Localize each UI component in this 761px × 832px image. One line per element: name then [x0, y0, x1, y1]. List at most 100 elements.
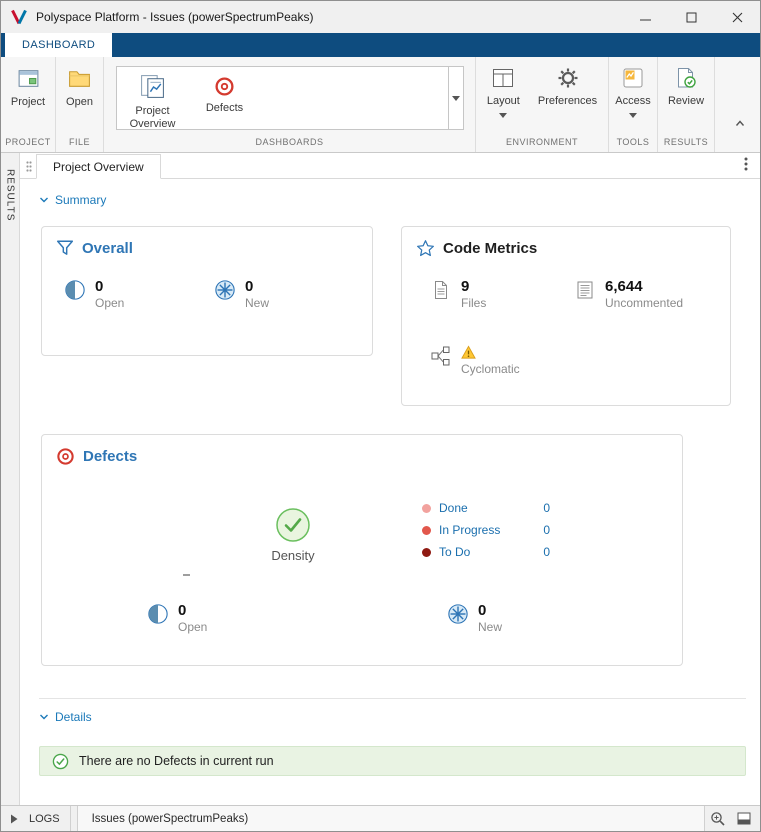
overall-funnel-icon	[56, 239, 74, 257]
access-button[interactable]: Access	[610, 64, 655, 120]
project-icon	[16, 66, 41, 91]
project-button[interactable]: Project	[6, 64, 50, 111]
polyspace-logo-icon	[10, 8, 28, 26]
defects-dashboard-button-label: Defects	[206, 102, 243, 115]
review-button-label: Review	[668, 95, 704, 108]
defects-new-label: New	[478, 620, 502, 634]
legend-row-to-do[interactable]: To Do 0	[422, 545, 550, 559]
collapse-ribbon-button[interactable]	[732, 116, 748, 130]
maximize-icon	[686, 12, 697, 23]
tab-grip-icon[interactable]	[26, 161, 32, 172]
status-tab-issues-label: Issues (powerSpectrumPeaks)	[92, 813, 249, 825]
results-rail-tab[interactable]: RESULTS	[5, 163, 16, 230]
defects-card-title: Defects	[83, 448, 137, 465]
files-stat: 9 Files	[430, 279, 486, 310]
tab-options-kebab-icon[interactable]	[742, 155, 750, 173]
defects-icon	[214, 76, 235, 97]
window-title: Polyspace Platform - Issues (powerSpectr…	[36, 10, 622, 24]
layout-icon	[491, 66, 515, 90]
dashboard-page: Summary Overall 0	[20, 179, 760, 805]
group-label-project: PROJECT	[1, 135, 55, 152]
logs-tab[interactable]: LOGS	[27, 806, 71, 831]
dashboards-gallery: Project Overview Defects	[116, 66, 464, 130]
ribbon-group-dashboards: Project Overview Defects DASHBOARDS	[104, 57, 476, 152]
defects-card: Defects Density Done 0	[41, 434, 683, 666]
uncommented-lines-icon	[574, 279, 596, 301]
chevron-up-icon	[734, 118, 746, 128]
details-section-label: Details	[55, 710, 92, 724]
code-metrics-star-icon	[416, 239, 435, 258]
open-button[interactable]: Open	[61, 64, 98, 111]
ribbon-group-environment: Layout Preferences ENVIRONMENT	[476, 57, 609, 152]
defects-open-label: Open	[178, 620, 207, 634]
ribbon-filler	[715, 57, 760, 152]
status-tab-issues[interactable]: Issues (powerSpectrumPeaks)	[77, 806, 705, 831]
files-value: 9	[461, 279, 486, 294]
tab-dashboard-label: DASHBOARD	[22, 39, 95, 51]
cyclomatic-label: Cyclomatic	[461, 362, 520, 376]
defects-open-value: 0	[178, 603, 207, 618]
dashboards-dropdown-button[interactable]	[448, 67, 463, 129]
summary-section-label: Summary	[55, 193, 106, 207]
details-section-toggle[interactable]: Details	[39, 710, 92, 724]
body-area: RESULTS Project Overview Summary	[1, 153, 760, 805]
in-progress-value: 0	[543, 523, 550, 537]
defects-new-stat: 0 New	[447, 603, 502, 634]
uncommented-value: 6,644	[605, 279, 683, 294]
to-do-dot-icon	[422, 548, 431, 557]
to-do-value: 0	[543, 545, 550, 559]
review-button[interactable]: Review	[663, 64, 709, 110]
content-area: Project Overview Summary	[20, 153, 760, 805]
defects-dashboard-button[interactable]: Defects	[189, 67, 261, 129]
done-dot-icon	[422, 504, 431, 513]
group-label-environment: ENVIRONMENT	[476, 135, 608, 152]
zoom-icon[interactable]	[708, 809, 728, 829]
legend-row-in-progress[interactable]: In Progress 0	[422, 523, 550, 537]
defects-new-value: 0	[478, 603, 502, 618]
layout-dropdown-icon[interactable]	[499, 113, 507, 118]
cyclomatic-share-icon	[430, 345, 452, 367]
left-rail: RESULTS	[1, 153, 20, 805]
close-button[interactable]	[714, 1, 760, 33]
preferences-gear-icon	[556, 66, 580, 90]
group-label-file: FILE	[56, 135, 103, 152]
in-progress-label: In Progress	[439, 523, 535, 537]
no-defects-banner: There are no Defects in current run	[39, 746, 746, 776]
panel-restore-icon[interactable]	[735, 810, 753, 827]
minimize-icon	[640, 12, 651, 23]
layout-button[interactable]: Layout	[482, 64, 525, 120]
expand-logs-icon[interactable]	[7, 811, 21, 827]
overall-open-stat: 0 Open	[64, 279, 124, 310]
chevron-down-icon	[39, 196, 49, 204]
access-dropdown-icon[interactable]	[629, 113, 637, 118]
ribbon-tabstrip: DASHBOARD	[1, 33, 760, 57]
overall-open-value: 0	[95, 279, 124, 294]
review-icon	[674, 66, 698, 90]
tab-dashboard[interactable]: DASHBOARD	[5, 33, 112, 57]
defects-legend: Done 0 In Progress 0 To Do 0	[422, 501, 550, 559]
tab-project-overview[interactable]: Project Overview	[36, 154, 161, 179]
defects-open-stat: 0 Open	[147, 603, 207, 634]
preferences-button[interactable]: Preferences	[533, 64, 602, 110]
tab-project-overview-label: Project Overview	[53, 160, 144, 174]
summary-section-toggle[interactable]: Summary	[39, 193, 106, 207]
ribbon: Project PROJECT Open FILE	[1, 57, 760, 153]
section-divider	[39, 698, 746, 699]
project-overview-button[interactable]: Project Overview	[117, 67, 189, 129]
group-label-dashboards: DASHBOARDS	[104, 135, 475, 152]
ribbon-group-results: Review RESULTS	[658, 57, 715, 152]
titlebar: Polyspace Platform - Issues (powerSpectr…	[1, 1, 760, 33]
density-gauge: Density	[253, 507, 333, 563]
banner-check-icon	[52, 753, 69, 770]
code-metrics-card: Code Metrics 9 Files	[401, 226, 731, 406]
done-label: Done	[439, 501, 535, 515]
maximize-button[interactable]	[668, 1, 714, 33]
app-window: Polyspace Platform - Issues (powerSpectr…	[0, 0, 761, 832]
chevron-down-icon	[452, 96, 460, 101]
project-overview-button-label: Project Overview	[124, 105, 182, 131]
uncommented-stat: 6,644 Uncommented	[574, 279, 683, 310]
minimize-button[interactable]	[622, 1, 668, 33]
done-value: 0	[543, 501, 550, 515]
legend-row-done[interactable]: Done 0	[422, 501, 550, 515]
group-label-results: RESULTS	[658, 135, 714, 152]
